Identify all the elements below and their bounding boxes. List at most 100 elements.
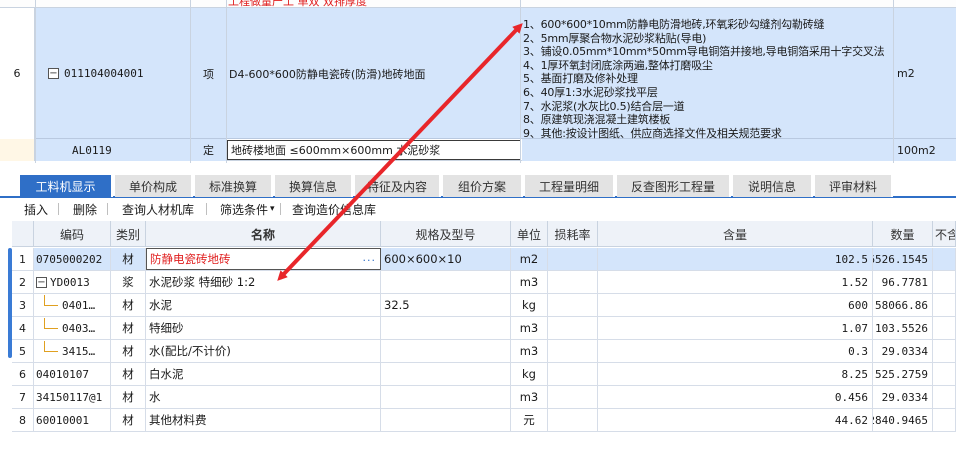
material-content[interactable]: 1.07 bbox=[598, 317, 873, 339]
material-quantity[interactable]: 103.5526 bbox=[873, 317, 933, 339]
quota-code-cell[interactable]: AL0119 bbox=[36, 139, 190, 161]
tab-quantity-details[interactable]: 工程量明细 bbox=[525, 175, 615, 197]
material-code[interactable]: 04010107 bbox=[34, 363, 111, 385]
material-content[interactable]: 8.25 bbox=[598, 363, 873, 385]
material-unit[interactable]: kg bbox=[511, 294, 548, 316]
header-loss-rate[interactable]: 损耗率 bbox=[548, 221, 598, 247]
material-spec[interactable] bbox=[381, 317, 511, 339]
table-row[interactable]: 5 3415… 材水(配比/不计价) m3 0.3 29.0334 bbox=[12, 340, 956, 363]
ellipsis-icon[interactable]: ··· bbox=[363, 254, 377, 267]
insert-button[interactable]: 插入 bbox=[24, 201, 48, 217]
table-row[interactable]: 1 0705000202 材 ··· 防静电瓷砖地砖 600×600×10 m2 102.5 6… bbox=[12, 248, 956, 271]
material-type[interactable]: 材 bbox=[111, 363, 146, 385]
material-spec[interactable] bbox=[381, 409, 511, 431]
material-loss-rate[interactable] bbox=[548, 363, 598, 385]
delete-button[interactable]: 删除 bbox=[73, 201, 97, 217]
material-spec[interactable]: 32.5 bbox=[381, 294, 511, 316]
material-excluded[interactable] bbox=[933, 363, 956, 385]
material-name[interactable]: 水泥砂浆 特细砂 1:2 bbox=[146, 271, 381, 293]
material-loss-rate[interactable] bbox=[548, 248, 598, 270]
material-unit[interactable]: m3 bbox=[511, 340, 548, 362]
header-unit[interactable]: 单位 bbox=[511, 221, 548, 247]
material-unit[interactable]: m3 bbox=[511, 386, 548, 408]
tab-unit-price[interactable]: 单价构成 bbox=[115, 175, 193, 197]
material-loss-rate[interactable] bbox=[548, 386, 598, 408]
collapse-icon[interactable]: − bbox=[48, 68, 59, 79]
material-spec[interactable] bbox=[381, 363, 511, 385]
material-excluded[interactable] bbox=[933, 248, 956, 270]
collapse-icon[interactable]: − bbox=[36, 276, 47, 288]
material-content[interactable]: 0.3 bbox=[598, 340, 873, 362]
material-spec[interactable] bbox=[381, 271, 511, 293]
header-name[interactable]: 名称 bbox=[146, 221, 381, 247]
material-unit[interactable]: m3 bbox=[511, 317, 548, 339]
material-unit[interactable]: kg bbox=[511, 363, 548, 385]
material-excluded[interactable] bbox=[933, 294, 956, 316]
material-excluded[interactable] bbox=[933, 317, 956, 339]
material-content[interactable]: 600 bbox=[598, 294, 873, 316]
tab-labor-material[interactable]: 工料机显示 bbox=[20, 175, 113, 197]
previous-row[interactable]: 工程做量产工 单双 双排厚度 bbox=[0, 0, 956, 8]
bill-item-row[interactable]: 6 − 011104004001 项 D4-600*600防静电瓷砖(防滑)地砖… bbox=[0, 8, 956, 140]
material-loss-rate[interactable] bbox=[548, 317, 598, 339]
material-excluded[interactable] bbox=[933, 386, 956, 408]
material-code[interactable]: 0403… bbox=[34, 317, 111, 339]
quota-name-editor[interactable]: 地砖楼地面 ≤600mm×600mm 水泥砂浆 bbox=[227, 140, 521, 160]
material-spec[interactable]: 600×600×10 bbox=[381, 248, 511, 270]
material-loss-rate[interactable] bbox=[548, 294, 598, 316]
material-quantity[interactable]: 96.7781 bbox=[873, 271, 933, 293]
tab-features[interactable]: 特征及内容 bbox=[355, 175, 441, 197]
material-content[interactable]: 0.456 bbox=[598, 386, 873, 408]
header-code[interactable]: 编码 bbox=[34, 221, 111, 247]
tab-graphic-quantity[interactable]: 反查图形工程量 bbox=[617, 175, 731, 197]
material-loss-rate[interactable] bbox=[548, 271, 598, 293]
material-type[interactable]: 浆 bbox=[111, 271, 146, 293]
quota-features-cell[interactable] bbox=[522, 139, 893, 161]
material-spec[interactable] bbox=[381, 386, 511, 408]
material-unit[interactable]: m2 bbox=[511, 248, 548, 270]
material-unit[interactable]: 元 bbox=[511, 409, 548, 431]
table-row[interactable]: 3 0401… 材水泥 32.5 kg 600 58066.86 bbox=[12, 294, 956, 317]
material-quantity[interactable]: 6526.1545 bbox=[873, 248, 933, 270]
material-quantity[interactable]: 58066.86 bbox=[873, 294, 933, 316]
filter-conditions-button[interactable]: 筛选条件 ▾ bbox=[220, 201, 275, 217]
tab-standard-conversion[interactable]: 标准换算 bbox=[195, 175, 273, 197]
material-code[interactable]: 34150117@1 bbox=[34, 386, 111, 408]
item-name[interactable]: D4-600*600防静电瓷砖(防滑)地砖地面 bbox=[227, 8, 519, 139]
table-row[interactable]: 8 60010001 材其他材料费 元 44.62 2840.9465 bbox=[12, 409, 956, 432]
material-type[interactable]: 材 bbox=[111, 294, 146, 316]
material-content[interactable]: 44.62 bbox=[598, 409, 873, 431]
material-quantity[interactable]: 29.0334 bbox=[873, 386, 933, 408]
material-name[interactable]: 水泥 bbox=[146, 294, 381, 316]
tab-conversion-info[interactable]: 换算信息 bbox=[275, 175, 353, 197]
table-row[interactable]: 2− YD0013 浆水泥砂浆 特细砂 1:2 m3 1.52 96.7781 bbox=[12, 271, 956, 294]
tab-pricing-scheme[interactable]: 组价方案 bbox=[443, 175, 523, 197]
query-price-library-button[interactable]: 查询造价信息库 bbox=[292, 201, 376, 217]
material-code[interactable]: 3415… bbox=[34, 340, 111, 362]
material-code[interactable]: 0705000202 bbox=[34, 248, 111, 270]
material-name[interactable]: 水(配比/不计价) bbox=[146, 340, 381, 362]
material-type[interactable]: 材 bbox=[111, 317, 146, 339]
material-excluded[interactable] bbox=[933, 340, 956, 362]
tab-description[interactable]: 说明信息 bbox=[733, 175, 813, 197]
material-loss-rate[interactable] bbox=[548, 340, 598, 362]
material-type[interactable]: 材 bbox=[111, 340, 146, 362]
table-row[interactable]: 7 34150117@1 材水 m3 0.456 29.0334 bbox=[12, 386, 956, 409]
material-name[interactable]: 水 bbox=[146, 386, 381, 408]
material-type[interactable]: 材 bbox=[111, 248, 146, 270]
quota-row[interactable]: AL0119 定 地砖楼地面 ≤600mm×600mm 水泥砂浆 100m2 bbox=[0, 139, 956, 161]
query-labor-library-button[interactable]: 查询人材机库 bbox=[122, 201, 194, 217]
material-content[interactable]: 1.52 bbox=[598, 271, 873, 293]
tab-review-material[interactable]: 评审材料 bbox=[815, 175, 893, 197]
header-quantity[interactable]: 数量 bbox=[873, 221, 933, 247]
material-loss-rate[interactable] bbox=[548, 409, 598, 431]
material-quantity[interactable]: 525.2759 bbox=[873, 363, 933, 385]
header-type[interactable]: 类别 bbox=[111, 221, 146, 247]
material-unit[interactable]: m3 bbox=[511, 271, 548, 293]
material-excluded[interactable] bbox=[933, 409, 956, 431]
material-name[interactable]: 特细砂 bbox=[146, 317, 381, 339]
material-name[interactable]: ··· 防静电瓷砖地砖 bbox=[146, 248, 381, 270]
material-name[interactable]: 白水泥 bbox=[146, 363, 381, 385]
header-excluded[interactable]: 不含 bbox=[933, 221, 956, 247]
table-row[interactable]: 4 0403… 材特细砂 m3 1.07 103.5526 bbox=[12, 317, 956, 340]
